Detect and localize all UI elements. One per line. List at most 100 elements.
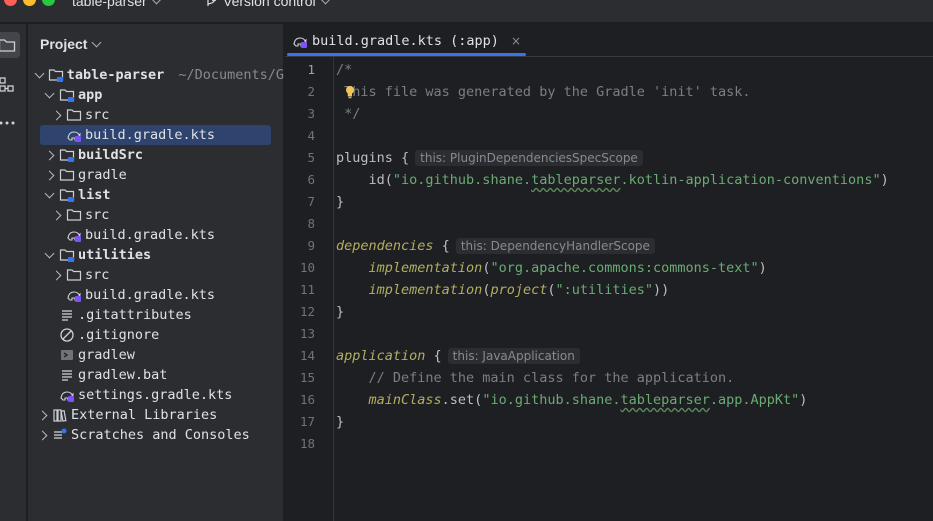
inlay-hint: this: DependencyHandlerScope xyxy=(455,238,655,254)
code-line: implementation(project(":utilities")) xyxy=(336,279,670,301)
line-number: 13 xyxy=(299,326,315,341)
code-token: tableparser xyxy=(531,172,621,188)
tree-item-file[interactable]: .gitattributes xyxy=(28,305,284,325)
tree-item-file[interactable]: .gitignore xyxy=(28,325,284,345)
tree-item-folder[interactable]: buildSrc xyxy=(28,145,284,165)
module-folder-icon xyxy=(59,187,75,203)
chevron-right-icon[interactable] xyxy=(50,269,62,281)
tree-item-file[interactable]: gradlew.bat xyxy=(28,365,284,385)
minimize-window-button[interactable] xyxy=(23,0,36,6)
tree-item-file[interactable]: build.gradle.kts xyxy=(28,285,284,305)
tree-item-label: build.gradle.kts xyxy=(85,227,216,243)
line-number: 3 xyxy=(307,106,315,121)
tree-item-label: build.gradle.kts xyxy=(85,127,216,143)
code-token: "io.github.shane. xyxy=(392,172,532,188)
code-line: implementation("org.apache.commons:commo… xyxy=(336,257,767,279)
line-number: 11 xyxy=(299,282,315,297)
code-token: ) xyxy=(758,260,767,276)
close-window-button[interactable] xyxy=(4,0,17,6)
tree-item-folder[interactable]: gradle xyxy=(28,165,284,185)
project-tool-button[interactable] xyxy=(0,32,20,58)
lightbulb-icon[interactable] xyxy=(345,84,355,103)
folder-icon xyxy=(66,207,82,223)
code-token: .set( xyxy=(441,392,483,408)
folder-icon xyxy=(66,267,82,283)
code-line: application {this: JavaApplication xyxy=(336,345,580,367)
code-token: This file was generated by the Gradle 'i… xyxy=(336,84,751,100)
chevron-right-icon[interactable] xyxy=(36,429,48,441)
line-number: 7 xyxy=(307,194,315,209)
chevron-down-icon[interactable] xyxy=(43,249,55,261)
tree-item-file[interactable]: settings.gradle.kts xyxy=(28,385,284,405)
close-tab-icon[interactable]: × xyxy=(511,34,521,48)
code-token: tableparser xyxy=(620,392,710,408)
chevron-right-icon[interactable] xyxy=(43,169,55,181)
inlay-hint: this: JavaApplication xyxy=(447,348,580,364)
tree-item-folder[interactable]: utilities xyxy=(28,245,284,265)
tree-item-folder[interactable]: Scratches and Consoles xyxy=(28,425,284,445)
code-token: mainClass xyxy=(368,392,442,408)
tree-item-path: ~/Documents/G xyxy=(178,67,284,83)
code-token: } xyxy=(336,414,345,430)
scratches-icon xyxy=(52,427,68,443)
shell-script-icon xyxy=(59,347,75,363)
code-line: dependencies {this: DependencyHandlerSco… xyxy=(336,235,655,257)
tree-item-file[interactable]: build.gradle.kts xyxy=(28,125,284,145)
code-line: } xyxy=(336,411,344,433)
chevron-down-icon[interactable] xyxy=(36,69,44,81)
tree-item-folder[interactable]: src xyxy=(28,105,284,125)
code-token: */ xyxy=(336,106,361,122)
tree-item-label: build.gradle.kts xyxy=(85,287,216,303)
tree-item-label: .gitignore xyxy=(78,327,160,343)
tree-item-label: utilities xyxy=(78,247,152,263)
active-tab-indicator xyxy=(287,53,526,56)
project-switcher[interactable]: table-parser xyxy=(72,0,162,9)
chevron-right-icon[interactable] xyxy=(43,149,55,161)
vcs-label: Version control xyxy=(223,0,316,9)
branch-icon xyxy=(207,0,217,6)
tree-item-folder[interactable]: table-parser ~/Documents/G xyxy=(28,65,284,85)
code-token: ( xyxy=(547,282,556,298)
code-token: dependencies xyxy=(336,238,434,254)
ignore-file-icon xyxy=(59,327,75,343)
code-token: .kotlin-application-conventions" xyxy=(620,172,881,188)
tree-item-folder[interactable]: src xyxy=(28,265,284,285)
chevron-right-icon[interactable] xyxy=(36,409,48,421)
code-token: implementation xyxy=(368,282,483,298)
chevron-right-icon[interactable] xyxy=(50,109,62,121)
line-number: 1 xyxy=(307,62,315,77)
tree-item-file[interactable]: gradlew xyxy=(28,345,284,365)
tree-item-folder[interactable]: External Libraries xyxy=(28,405,284,425)
chevron-down-icon[interactable] xyxy=(43,189,55,201)
chevron-down-icon[interactable] xyxy=(43,89,55,101)
code-token: application xyxy=(336,348,426,364)
more-tools-button[interactable] xyxy=(0,110,20,136)
tree-item-folder[interactable]: src xyxy=(28,205,284,225)
structure-tool-button[interactable] xyxy=(0,72,20,98)
line-number: 14 xyxy=(299,348,315,363)
code-token: implementation xyxy=(368,260,483,276)
tree-item-file[interactable]: build.gradle.kts xyxy=(28,225,284,245)
line-number: 2 xyxy=(307,84,315,99)
line-number: 15 xyxy=(299,370,315,385)
vcs-widget[interactable]: Version control xyxy=(205,0,331,9)
code-editor[interactable]: /* This file was generated by the Gradle… xyxy=(336,57,933,521)
structure-icon xyxy=(0,77,14,92)
code-line: } xyxy=(336,301,344,323)
code-line: /* xyxy=(336,59,352,81)
editor-tab-bar: build.gradle.kts (:app) × xyxy=(285,24,933,57)
title-bar: table-parser Version control xyxy=(0,0,933,23)
tree-item-label: .gitattributes xyxy=(78,307,192,323)
gradle-icon xyxy=(66,127,82,143)
tree-item-folder[interactable]: app xyxy=(28,85,284,105)
gradle-icon xyxy=(293,36,307,48)
line-number: 4 xyxy=(307,128,315,143)
code-line: id("io.github.shane.tableparser.kotlin-a… xyxy=(336,169,889,191)
project-view-selector[interactable]: Project xyxy=(40,36,102,52)
tab-label: build.gradle.kts (:app) xyxy=(312,32,499,49)
chevron-right-icon[interactable] xyxy=(50,209,62,221)
tree-item-folder[interactable]: list xyxy=(28,185,284,205)
zoom-window-button[interactable] xyxy=(42,0,55,6)
